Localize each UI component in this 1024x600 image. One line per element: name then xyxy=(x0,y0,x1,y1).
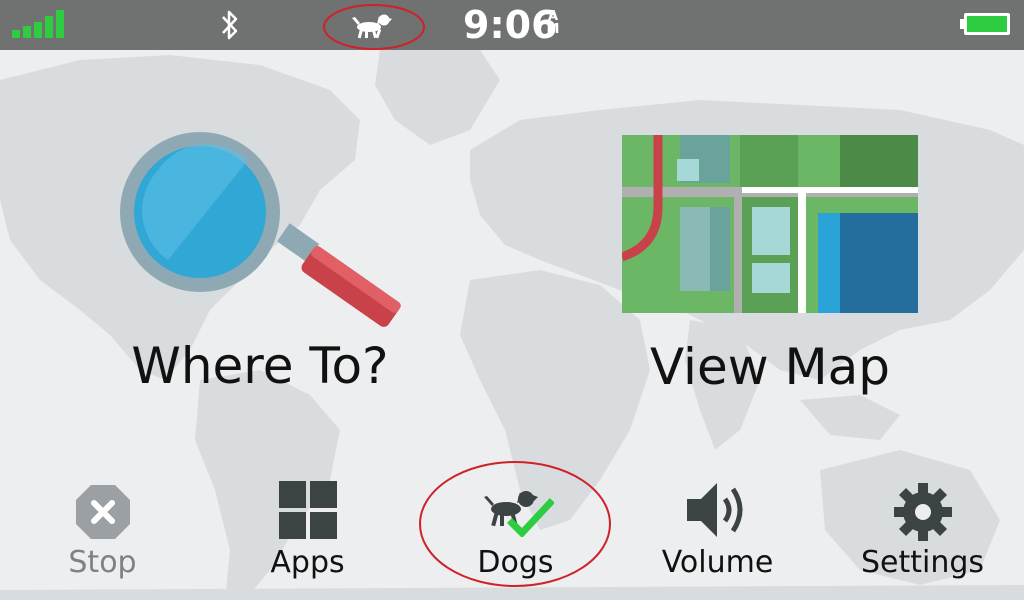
dog-check-icon xyxy=(484,491,554,537)
apps-label: Apps xyxy=(270,545,345,580)
stop-label: Stop xyxy=(68,545,137,580)
view-map-button[interactable]: View Map xyxy=(615,135,925,415)
dogs-label: Dogs xyxy=(477,545,554,580)
bluetooth-icon xyxy=(222,10,238,40)
speaker-icon xyxy=(687,483,743,537)
settings-button[interactable]: Settings xyxy=(850,475,995,595)
dog-tracking-icon[interactable] xyxy=(322,3,428,55)
clock-ampm: A M xyxy=(542,10,564,36)
ampm-bottom: M xyxy=(546,22,560,37)
where-to-button[interactable]: Where To? xyxy=(100,125,420,415)
where-to-label: Where To? xyxy=(131,337,389,395)
volume-label: Volume xyxy=(661,545,774,580)
apps-button[interactable]: Apps xyxy=(245,475,370,595)
dogs-button[interactable]: Dogs xyxy=(418,461,613,595)
status-bar: 9:06 A M xyxy=(0,0,1024,50)
magnifier-icon xyxy=(120,132,401,327)
gear-icon xyxy=(894,483,952,541)
view-map-label: View Map xyxy=(649,338,891,396)
battery-icon xyxy=(960,13,1010,35)
close-icon xyxy=(76,485,130,539)
stop-button[interactable]: Stop xyxy=(40,475,165,595)
volume-button[interactable]: Volume xyxy=(650,475,785,595)
settings-label: Settings xyxy=(860,545,985,580)
map-icon xyxy=(622,135,918,313)
signal-strength-icon xyxy=(12,10,64,38)
grid-icon xyxy=(279,481,337,539)
